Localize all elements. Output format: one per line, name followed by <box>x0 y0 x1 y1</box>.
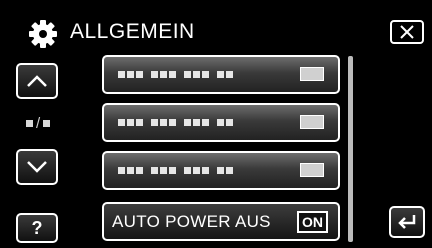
scrollbar[interactable] <box>348 56 353 242</box>
menu-item[interactable] <box>102 55 340 94</box>
current-page-indicator <box>26 120 33 127</box>
menu-item[interactable] <box>102 103 340 142</box>
page-title: ALLGEMEIN <box>70 20 195 43</box>
close-button[interactable] <box>390 20 424 44</box>
help-label: ? <box>31 217 43 238</box>
menu-item-label: AUTO POWER AUS <box>112 211 271 231</box>
chevron-up-icon <box>27 75 47 87</box>
total-pages-indicator <box>43 120 51 127</box>
setting-value-badge: ON <box>297 211 328 233</box>
help-button[interactable]: ? <box>16 213 58 243</box>
setting-value-indicator <box>300 115 324 129</box>
scroll-down-button[interactable] <box>16 149 58 185</box>
scroll-up-button[interactable] <box>16 63 58 99</box>
setting-value-indicator <box>300 163 324 177</box>
menu-item[interactable] <box>102 151 340 190</box>
page-indicator: / <box>26 115 51 132</box>
placeholder-text <box>118 71 233 78</box>
placeholder-text <box>118 167 233 174</box>
gear-icon <box>29 20 57 48</box>
placeholder-text <box>118 119 233 126</box>
chevron-down-icon <box>27 161 47 173</box>
menu-item-auto-power-off[interactable]: AUTO POWER AUS ON <box>102 202 340 241</box>
close-icon <box>400 25 414 39</box>
page-separator: / <box>36 115 41 132</box>
return-arrow-icon <box>398 215 416 229</box>
back-button[interactable] <box>389 206 425 238</box>
setting-value-indicator <box>300 67 324 81</box>
